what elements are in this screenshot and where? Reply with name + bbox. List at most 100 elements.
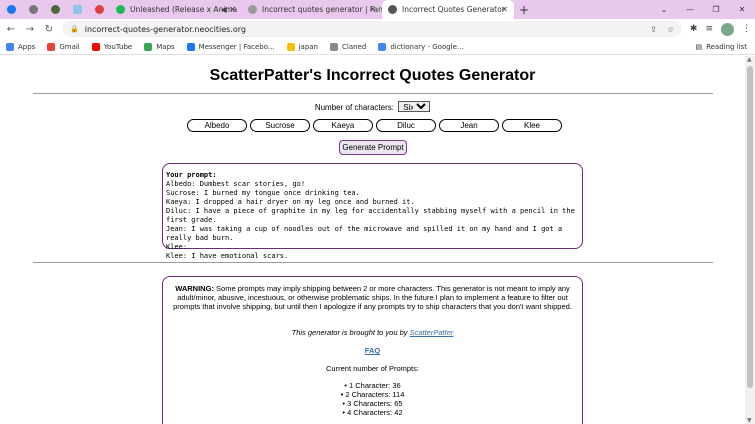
bookmark-star-icon[interactable]: ☆ (667, 25, 674, 34)
pinned-tab-2[interactable] (22, 0, 44, 19)
prompt-line: Klee: I have emotional scars. (166, 252, 289, 260)
bookmark-label: Gmail (59, 42, 80, 51)
gmail-icon (47, 42, 56, 51)
tab-label: Incorrect Quotes Generator (402, 5, 505, 14)
tab-search-icon[interactable]: ⌄ (651, 0, 677, 19)
lock-icon[interactable]: 🔒 (70, 25, 79, 33)
tab-label: Incorrect quotes generator | Fan (262, 5, 382, 14)
list-item: • 1 Character: 36 (344, 381, 401, 390)
divider (33, 262, 713, 263)
count-text: 1 Character: 36 (349, 381, 401, 390)
scrollbar-thumb[interactable] (747, 66, 753, 388)
prompt-line: Klee: (166, 243, 188, 251)
facebook-icon (6, 5, 16, 14)
page-scrollbar[interactable]: ▲ ▼ (745, 56, 755, 424)
warning-label: WARNING: (175, 284, 214, 293)
count-text: 2 Characters: 114 (345, 390, 405, 399)
author-link[interactable]: ScatterPatter (410, 328, 454, 337)
media-icon[interactable]: ≡ (705, 24, 713, 34)
globe-icon (330, 42, 338, 51)
extensions-icon[interactable]: ✱ (690, 24, 698, 34)
scroll-down-icon[interactable]: ▼ (747, 417, 752, 424)
character-button-klee[interactable]: Klee (502, 119, 562, 132)
tab-unleashed[interactable]: Unleashed (Release x Anima ◀ ✕ (110, 0, 242, 19)
google-icon (378, 42, 387, 51)
minimize-button[interactable]: — (677, 0, 703, 19)
close-window-button[interactable]: ✕ (729, 0, 755, 19)
bookmark-messenger[interactable]: Messenger | Facebo... (186, 42, 275, 51)
new-tab-button[interactable]: + (514, 0, 534, 19)
credit-text: This generator is brought to you by Scat… (171, 328, 574, 337)
bookmark-maps[interactable]: Maps (144, 42, 175, 51)
scroll-up-icon[interactable]: ▲ (747, 56, 752, 63)
prompt-line: Jean: I was taking a cup of noodles out … (166, 225, 563, 242)
bookmark-label: Messenger | Facebo... (198, 42, 275, 51)
avatar[interactable] (721, 22, 734, 36)
info-box: WARNING: Some prompts may imply shipping… (162, 276, 583, 424)
window-controls: ⌄ — ❐ ✕ (651, 0, 755, 19)
tab-strip: Unleashed (Release x Anima ◀ ✕ Incorrect… (0, 0, 755, 19)
site-icon (94, 5, 104, 14)
bookmarks-bar: Apps Gmail YouTube Maps Messenger | Face… (0, 39, 755, 55)
num-characters-select[interactable]: Six (398, 101, 431, 112)
maps-icon (144, 42, 153, 51)
bookmark-label: japan (298, 42, 318, 51)
pinned-tab-facebook[interactable] (0, 0, 22, 19)
reading-list[interactable]: ▤ Reading list (695, 39, 747, 55)
pinned-tab-5[interactable] (88, 0, 110, 19)
list-item: • 3 Characters: 65 (342, 399, 403, 408)
reload-icon[interactable]: ↻ (41, 21, 57, 37)
tab-incorrect-quotes-fandom[interactable]: Incorrect quotes generator | Fan ✕ (242, 0, 382, 19)
site-icon (72, 5, 82, 14)
character-buttons: Albedo Sucrose Kaeya Diluc Jean Klee (187, 119, 562, 132)
page-title: ScatterPatter's Incorrect Quotes Generat… (209, 67, 536, 84)
generate-prompt-button[interactable]: Generate Prompt (339, 140, 407, 155)
bookmark-apps[interactable]: Apps (6, 42, 36, 51)
character-button-albedo[interactable]: Albedo (187, 119, 247, 132)
url-text: incorrect-quotes-generator.neocities.org (84, 24, 246, 34)
prompt-line: Albedo: Dumbest scar stories, go! (166, 180, 306, 188)
youtube-icon (91, 42, 100, 51)
bookmark-dictionary[interactable]: dictionary - Google... (378, 42, 464, 51)
character-button-kaeya[interactable]: Kaeya (313, 119, 373, 132)
character-button-diluc[interactable]: Diluc (376, 119, 436, 132)
apps-grid-icon (6, 42, 14, 51)
list-item: • 4 Characters: 42 (342, 408, 403, 417)
bookmark-label: Apps (18, 42, 36, 51)
bookmark-youtube[interactable]: YouTube (91, 42, 132, 51)
bookmark-gmail[interactable]: Gmail (47, 42, 80, 51)
google-icon (286, 42, 295, 51)
back-icon[interactable]: ← (3, 21, 19, 37)
character-button-jean[interactable]: Jean (439, 119, 499, 132)
bookmark-japan[interactable]: japan (286, 42, 318, 51)
bookmark-claned[interactable]: Claned (330, 42, 367, 51)
character-button-sucrose[interactable]: Sucrose (250, 119, 310, 132)
num-characters-label: Number of characters: (314, 103, 394, 112)
bookmark-label: Claned (342, 42, 367, 51)
close-icon[interactable]: ✕ (369, 5, 376, 14)
forward-icon[interactable]: → (22, 21, 38, 37)
mute-icon[interactable]: ◀ ✕ (221, 5, 236, 14)
reading-list-icon: ▤ (695, 43, 703, 51)
prompt-line: Kaeya: I dropped a hair dryer on my leg … (166, 198, 415, 206)
credit-label: This generator is brought to you by (291, 328, 410, 337)
maximize-button[interactable]: ❐ (703, 0, 729, 19)
faq-link[interactable]: FAQ (365, 346, 380, 355)
pinned-tab-4[interactable] (66, 0, 88, 19)
address-bar[interactable]: 🔒 incorrect-quotes-generator.neocities.o… (62, 21, 682, 37)
prompt-heading: Your prompt: (166, 171, 217, 179)
prompt-line: Diluc: I have a piece of graphite in my … (166, 207, 575, 224)
num-characters-row: Number of characters: Six (0, 101, 745, 112)
bookmark-label: Maps (156, 42, 175, 51)
pinned-tab-3[interactable] (44, 0, 66, 19)
globe-icon (388, 5, 397, 14)
bookmark-label: dictionary - Google... (390, 42, 464, 51)
spotify-icon (116, 5, 125, 14)
tab-incorrect-quotes-generator[interactable]: Incorrect Quotes Generator ✕ (382, 0, 514, 19)
share-icon[interactable]: ⇪ (650, 25, 657, 34)
list-item: • 2 Characters: 114 (340, 390, 405, 399)
menu-icon[interactable]: ⋮ (742, 24, 751, 34)
browser-toolbar: ← → ↻ 🔒 incorrect-quotes-generator.neoci… (0, 19, 755, 39)
prompt-count-list: • 1 Character: 36 • 2 Characters: 114 • … (171, 381, 574, 417)
close-icon[interactable]: ✕ (501, 5, 508, 14)
